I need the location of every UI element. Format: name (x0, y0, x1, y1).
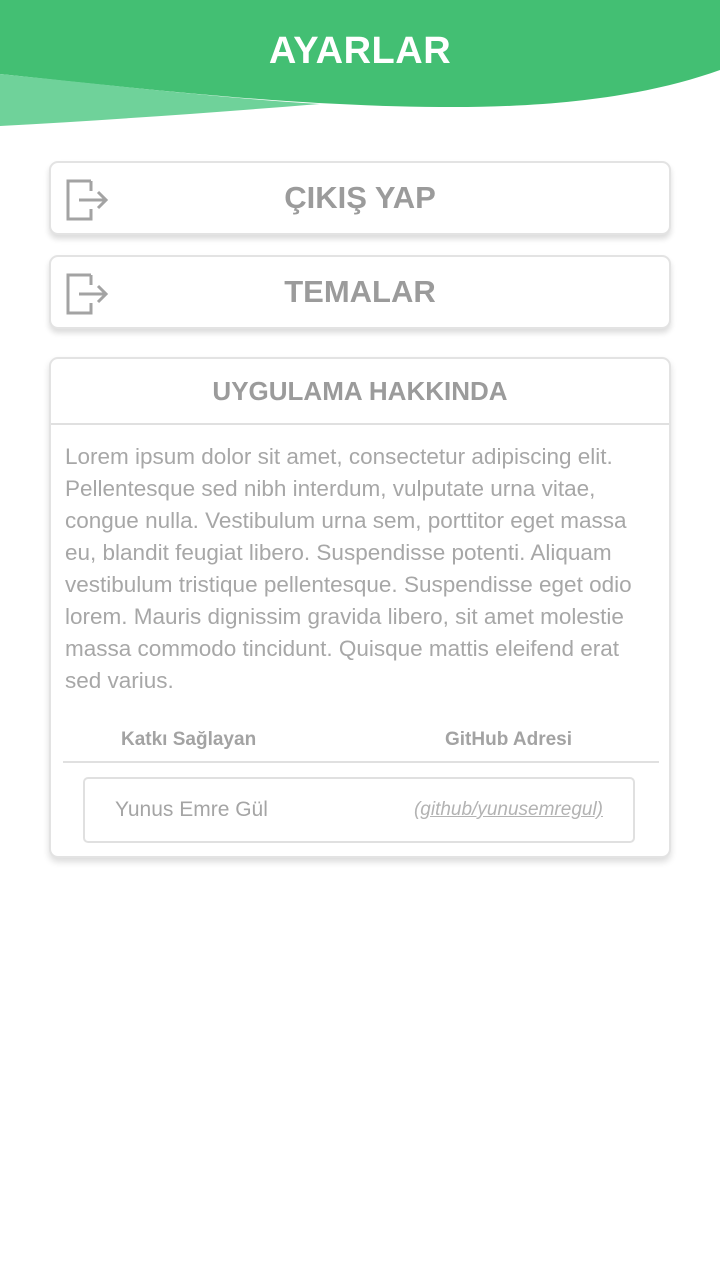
logout-button-label: ÇIKIŞ YAP (284, 180, 436, 215)
themes-button[interactable]: TEMALAR (49, 255, 671, 329)
themes-button-label: TEMALAR (284, 274, 436, 309)
github-address-column: GitHub Adresi (445, 729, 573, 750)
header: AYARLAR (0, 0, 720, 130)
contributors-header: Katkı Sağlayan GitHub Adresi (63, 725, 659, 763)
page-title: AYARLAR (268, 30, 452, 72)
logout-button[interactable]: ÇIKIŞ YAP (49, 161, 671, 235)
about-title: UYGULAMA HAKKINDA (51, 359, 669, 425)
contributor-name: Yunus Emre Gül (115, 798, 268, 821)
contributor-name-column: Katkı Sağlayan (121, 729, 257, 750)
contributor-row: Yunus Emre Gül (github/yunusemregul) (83, 777, 635, 843)
about-card: UYGULAMA HAKKINDA Lorem ipsum dolor sit … (49, 357, 671, 858)
contributor-github-link[interactable]: (github/yunusemregul) (414, 779, 603, 841)
about-text: Lorem ipsum dolor sit amet, consectetur … (65, 444, 632, 693)
